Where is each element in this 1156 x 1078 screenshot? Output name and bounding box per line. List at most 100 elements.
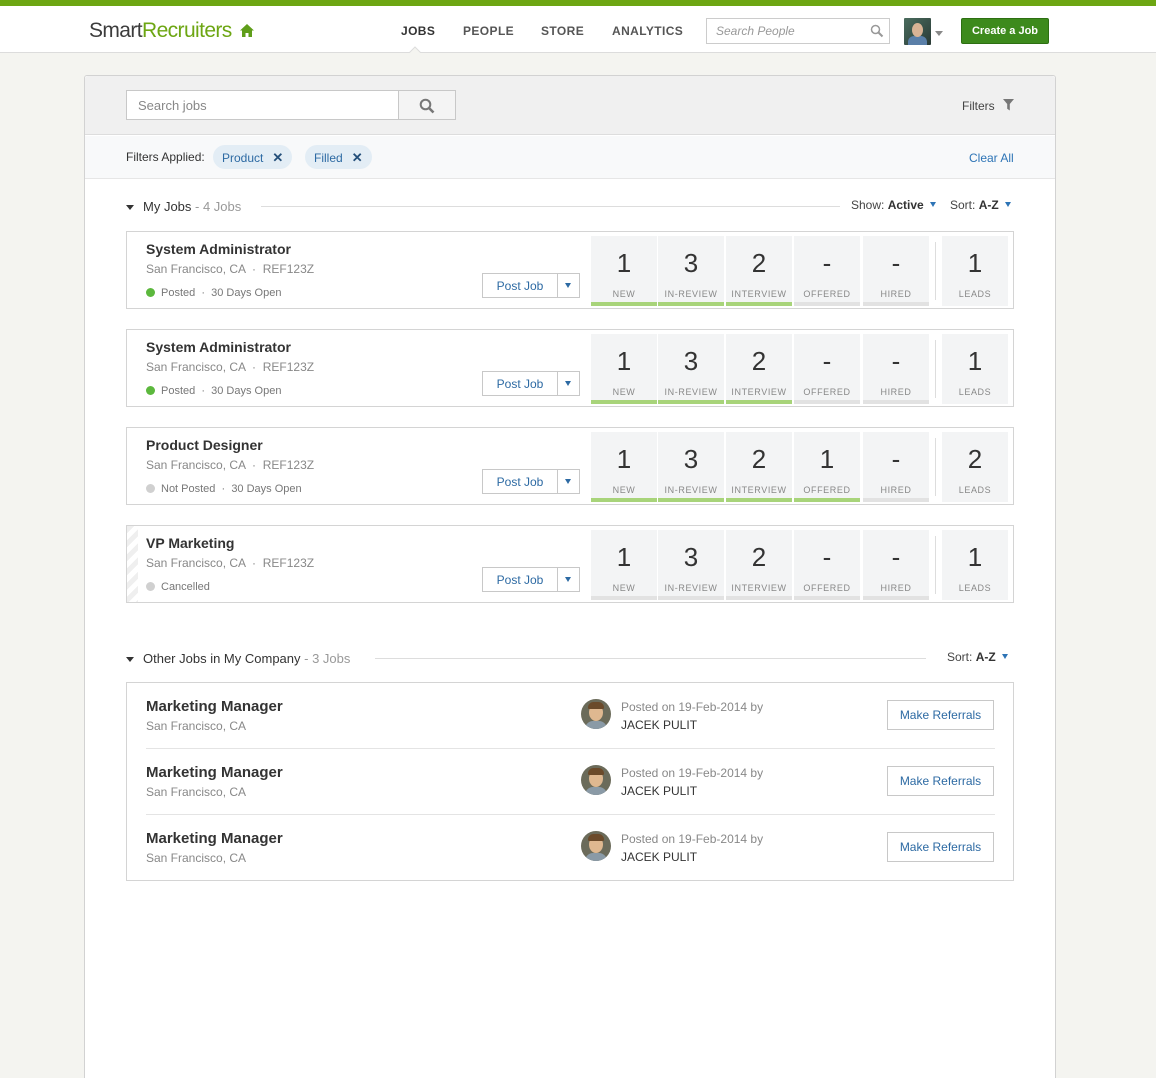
stage-label: INTERVIEW [731,485,787,495]
filters-toggle[interactable]: Filters [962,99,995,113]
dropdown-caret-icon[interactable] [565,283,571,288]
make-referrals-button[interactable]: Make Referrals [887,700,994,730]
user-menu-caret-icon[interactable] [935,31,943,36]
pipeline-stage[interactable]: 3 IN-REVIEW [658,334,724,404]
dropdown-caret-icon [1001,654,1008,659]
nav-tab-analytics[interactable]: ANALYTICS [612,24,683,38]
job-card[interactable]: System Administrator San Francisco, CA · … [126,329,1014,407]
job-title[interactable]: Marketing Manager [146,764,283,781]
stage-count: 2 [751,542,767,572]
filter-chip-product[interactable]: Product ✕ [213,145,293,169]
search-people-input[interactable]: Search People [706,18,890,44]
stage-count: - [822,248,832,278]
pipeline-stage[interactable]: 1 NEW [591,236,657,306]
make-referrals-button[interactable]: Make Referrals [887,832,994,862]
job-status: Not Posted · 30 Days Open [146,483,302,495]
pipeline-stage[interactable]: 2 INTERVIEW [726,334,792,404]
pipeline-stage[interactable]: - OFFERED [794,530,860,600]
stage-progress-bar [863,596,929,600]
job-card[interactable]: Product Designer San Francisco, CA · REF1… [126,427,1014,505]
pipeline-stage[interactable]: 3 IN-REVIEW [658,432,724,502]
poster-avatar[interactable] [581,699,611,729]
job-title[interactable]: Product Designer [146,437,263,453]
pipeline-stage[interactable]: 2 INTERVIEW [726,236,792,306]
post-job-button[interactable]: Post Job [482,469,580,494]
poster-avatar[interactable] [581,831,611,861]
dropdown-caret-icon[interactable] [565,479,571,484]
show-filter-dropdown[interactable]: Show: Active [851,198,936,212]
job-title[interactable]: Marketing Manager [146,830,283,847]
nav-tab-store[interactable]: STORE [541,24,584,38]
remove-filter-icon[interactable]: ✕ [272,150,283,165]
pipeline-stage[interactable]: - HIRED [863,334,929,404]
pipeline-stage[interactable]: 2 INTERVIEW [726,530,792,600]
posted-date: Posted on 19-Feb-2014 by [621,766,764,780]
job-card[interactable]: VP Marketing San Francisco, CA · REF123Z C… [126,525,1014,603]
post-job-button[interactable]: Post Job [482,371,580,396]
remove-filter-icon[interactable]: ✕ [352,150,363,165]
stage-count: 1 [819,444,835,474]
pipeline-stage[interactable]: 1 LEADS [942,236,1008,306]
collapse-triangle-icon[interactable] [126,657,134,663]
collapse-triangle-icon[interactable] [126,205,134,211]
stage-progress-bar [794,498,860,502]
posted-date: Posted on 19-Feb-2014 by [621,832,764,846]
user-avatar[interactable] [904,18,931,45]
job-title[interactable]: System Administrator [146,339,291,355]
dropdown-caret-icon[interactable] [565,381,571,386]
stage-progress-bar [591,596,657,600]
list-item[interactable]: Marketing Manager San Francisco, CA Posted… [127,815,1013,881]
pipeline-stage[interactable]: 1 NEW [591,432,657,502]
search-jobs-button[interactable] [398,90,456,120]
pipeline-stage[interactable]: - HIRED [863,530,929,600]
pipeline-stage[interactable]: 1 LEADS [942,530,1008,600]
job-status: Posted · 30 Days Open [146,287,281,299]
filter-funnel-icon[interactable] [1003,99,1014,111]
my-jobs-header[interactable]: My Jobs - 4 Jobs [126,199,241,214]
pipeline-stage[interactable]: - HIRED [863,236,929,306]
nav-tab-people[interactable]: PEOPLE [463,24,514,38]
stage-count: 3 [683,346,699,376]
pipeline-stage[interactable]: 1 LEADS [942,334,1008,404]
stage-progress-bar [658,400,724,404]
search-jobs-input[interactable]: Search jobs [126,90,399,120]
poster-avatar[interactable] [581,765,611,795]
pipeline-stage[interactable]: 2 LEADS [942,432,1008,502]
pipeline-stage[interactable]: 1 NEW [591,334,657,404]
nav-tab-jobs[interactable]: JOBS [401,24,435,38]
pipeline-stage[interactable]: - HIRED [863,432,929,502]
stage-progress-bar [863,498,929,502]
logo-text-dark: Smart [89,19,143,42]
post-job-button[interactable]: Post Job [482,273,580,298]
stage-progress-bar [726,400,792,404]
create-job-button[interactable]: Create a Job [961,18,1049,44]
stage-progress-bar [863,302,929,306]
job-card[interactable]: System Administrator San Francisco, CA · … [126,231,1014,309]
post-job-button[interactable]: Post Job [482,567,580,592]
job-title[interactable]: System Administrator [146,241,291,257]
pipeline-stage[interactable]: - OFFERED [794,334,860,404]
job-title[interactable]: VP Marketing [146,535,234,551]
pipeline-stage[interactable]: 2 INTERVIEW [726,432,792,502]
stage-label: IN-REVIEW [664,387,718,397]
make-referrals-button[interactable]: Make Referrals [887,766,994,796]
clear-all-filters-link[interactable]: Clear All [969,151,1014,165]
other-jobs-header[interactable]: Other Jobs in My Company - 3 Jobs [126,651,350,666]
dropdown-caret-icon[interactable] [565,577,571,582]
pipeline-stage[interactable]: 1 NEW [591,530,657,600]
pipeline-stage[interactable]: 3 IN-REVIEW [658,530,724,600]
home-icon[interactable] [239,23,255,38]
search-icon[interactable] [870,24,884,38]
list-item[interactable]: Marketing Manager San Francisco, CA Posted… [127,749,1013,815]
filter-chip-filled[interactable]: Filled ✕ [305,145,372,169]
job-title[interactable]: Marketing Manager [146,698,283,715]
stage-label: IN-REVIEW [664,485,718,495]
sort-dropdown[interactable]: Sort: A-Z [950,198,1011,212]
pipeline-stage[interactable]: 3 IN-REVIEW [658,236,724,306]
pipeline-stage[interactable]: - OFFERED [794,236,860,306]
list-item[interactable]: Marketing Manager San Francisco, CA Posted… [127,683,1013,749]
pipeline-stage[interactable]: 1 OFFERED [794,432,860,502]
poster-name: JACEK PULIT [621,850,698,864]
smartrecruiters-logo[interactable]: SmartRecruiters [89,19,232,43]
sort-dropdown[interactable]: Sort: A-Z [947,650,1008,664]
